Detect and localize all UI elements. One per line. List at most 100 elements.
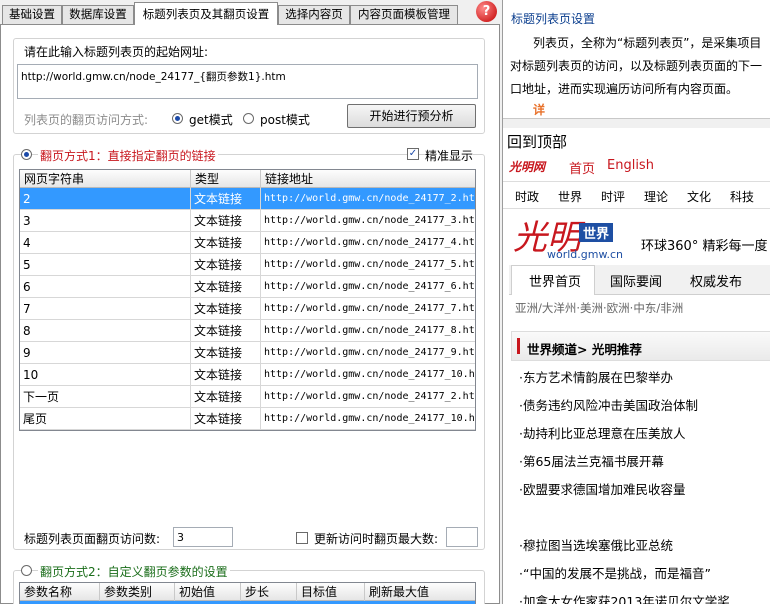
brand-world-badge: 世界 (579, 223, 614, 242)
headline-link[interactable]: ·劫持利比亚总理意在压美放人 (519, 423, 685, 442)
table-row[interactable]: 4 文本链接 http://world.gmw.cn/node_24177_4.ht… (20, 232, 475, 254)
headline-link[interactable]: ·欧盟要求德国增加难民收容量 (519, 479, 685, 498)
menu-world[interactable]: 世界 (558, 188, 582, 205)
cell-link-url: http://world.gmw.cn/node_24177_2.htm (261, 188, 475, 210)
table-header: 网页字符串 类型 链接地址 (20, 170, 475, 188)
tab-basic-settings[interactable]: 基础设置 (2, 5, 62, 24)
cell-link-url: http://world.gmw.cn/node_24177_3.htm (261, 210, 475, 232)
method2-radio[interactable] (21, 565, 32, 576)
brand-domain: world.gmw.cn (547, 248, 623, 261)
browser-preview: 标题列表页设置 列表页，全称为“标题列表页”，是采集项目 对标题列表页的访问，以… (502, 0, 770, 604)
precise-display-checkbox[interactable]: ✓ (407, 148, 419, 160)
cell-type: 文本链接 (191, 320, 261, 342)
column-header-param-type[interactable]: 参数类别 (100, 583, 175, 601)
params-table-header: 参数名称 参数类别 初始值 步长 目标值 刷新最大值 (20, 583, 475, 601)
cell-link-url: http://world.gmw.cn/node_24177_5.htm (261, 254, 475, 276)
column-header-page-text[interactable]: 网页字符串 (20, 170, 191, 188)
cell-page-text: 7 (20, 298, 191, 320)
sub-tab-authoritative[interactable]: 权威发布 (690, 271, 742, 290)
table-row[interactable]: 7 文本链接 http://world.gmw.cn/node_24177_7.ht… (20, 298, 475, 320)
cell-link-url: http://world.gmw.cn/node_24177_6.htm (261, 276, 475, 298)
cell-page-text: 5 (20, 254, 191, 276)
start-url-input[interactable]: http://world.gmw.cn/node_24177_{翻页参数1}.h… (17, 64, 478, 99)
update-max-input[interactable] (446, 527, 478, 547)
menu-commentary[interactable]: 时评 (601, 188, 625, 205)
table-row[interactable]: 6 文本链接 http://world.gmw.cn/node_24177_6.ht… (20, 276, 475, 298)
cell-page-text: 9 (20, 342, 191, 364)
nav-home-link[interactable]: 首页 (569, 158, 595, 177)
menu-theory[interactable]: 理论 (644, 188, 668, 205)
cell-type: 文本链接 (191, 232, 261, 254)
back-to-top-link[interactable]: 回到顶部 (507, 131, 567, 152)
cell-link-url: http://world.gmw.cn/node_24177_2.htm (261, 386, 475, 408)
cell-page-text: 6 (20, 276, 191, 298)
region-links[interactable]: 亚洲/大洋州·美洲·欧洲·中东/非洲 (515, 300, 683, 316)
preanalyze-button[interactable]: 开始进行预分析 (347, 104, 476, 128)
cell-link-url: http://world.gmw.cn/node_24177_8.htm (261, 320, 475, 342)
cell-type: 文本链接 (191, 342, 261, 364)
tab-select-content-page[interactable]: 选择内容页 (278, 5, 350, 24)
visit-count-label: 标题列表页面翻页访问数: (24, 532, 161, 546)
help-title: 标题列表页设置 (511, 12, 596, 26)
tab-content-template[interactable]: 内容页面模板管理 (350, 5, 458, 24)
table-row[interactable]: 下一页 文本链接 http://world.gmw.cn/node_24177_2.… (20, 386, 475, 408)
column-header-link-url[interactable]: 链接地址 (261, 170, 475, 188)
nav-english-link[interactable]: English (607, 158, 654, 173)
tab-title-list-settings[interactable]: 标题列表页及其翻页设置 (134, 2, 278, 25)
method2-label: 翻页方式2：自定义翻页参数的设置 (38, 563, 230, 580)
help-icon[interactable]: ? (476, 1, 497, 22)
headline-link[interactable]: ·第65届法兰克福书展开幕 (519, 451, 664, 470)
table-row[interactable]: 10 文本链接 http://world.gmw.cn/node_24177_10.… (20, 364, 475, 386)
cell-link-url: http://world.gmw.cn/node_24177_10.htm (261, 408, 475, 430)
method1-radio[interactable] (21, 149, 32, 160)
column-header-param-name[interactable]: 参数名称 (20, 583, 100, 601)
headline-link[interactable]: ·加拿大女作家获2013年诺贝尔文学奖 (519, 591, 730, 604)
column-header-target-value[interactable]: 目标值 (297, 583, 365, 601)
post-mode-radio[interactable] (243, 113, 254, 124)
cell-type: 文本链接 (191, 408, 261, 430)
table-row[interactable]: 8 文本链接 http://world.gmw.cn/node_24177_8.ht… (20, 320, 475, 342)
help-text-line1: 列表页，全称为“标题列表页”，是采集项目 (533, 36, 762, 50)
column-header-step[interactable]: 步长 (241, 583, 297, 601)
tab-database-settings[interactable]: 数据库设置 (62, 5, 134, 24)
precise-display-label: 精准显示 (425, 147, 474, 164)
headline-link[interactable]: ·穆拉图当选埃塞俄比亚总统 (519, 535, 673, 554)
cell-page-text: 2 (20, 188, 191, 210)
method1-label: 翻页方式1：直接指定翻页的链接 (38, 147, 218, 164)
table-row[interactable]: 2 文本链接 http://world.gmw.cn/node_24177_2.ht… (20, 188, 475, 210)
menu-tech[interactable]: 科技 (730, 188, 754, 205)
column-header-type[interactable]: 类型 (191, 170, 261, 188)
menu-culture[interactable]: 文化 (687, 188, 711, 205)
headline-link[interactable]: ·债务违约风险冲击美国政治体制 (519, 395, 698, 414)
table-row[interactable]: 5 文本链接 http://world.gmw.cn/node_24177_5.ht… (20, 254, 475, 276)
cell-type: 文本链接 (191, 298, 261, 320)
help-more-link[interactable]: 详 (533, 101, 545, 118)
cell-page-text: 尾页 (20, 408, 191, 430)
sub-tab-world-home[interactable]: 世界首页 (529, 271, 581, 290)
cell-link-url: http://world.gmw.cn/node_24177_9.htm (261, 342, 475, 364)
table-row[interactable]: 3 文本链接 http://world.gmw.cn/node_24177_3.ht… (20, 210, 475, 232)
custom-params-table: 参数名称 参数类别 初始值 步长 目标值 刷新最大值 (19, 582, 476, 604)
headline-link[interactable]: ·“中国的发展不是挑战，而是福音” (519, 563, 711, 582)
get-mode-label: get模式 (189, 113, 233, 127)
help-text-line2: 对标题列表页的访问，以及标题列表页面的下一 (510, 59, 763, 73)
slogan: 环球360° 精彩每一度 (641, 239, 768, 254)
visit-count-input[interactable]: 3 (173, 527, 233, 547)
splitter[interactable] (503, 118, 770, 128)
site-logo[interactable]: 光明网 (509, 158, 545, 175)
headline-link[interactable]: ·东方艺术情韵展在巴黎举办 (519, 367, 673, 386)
table-row[interactable]: 尾页 文本链接 http://world.gmw.cn/node_24177_10.… (20, 408, 475, 430)
get-mode-radio[interactable] (172, 113, 183, 124)
update-max-checkbox[interactable] (296, 532, 308, 544)
column-header-refresh-max[interactable]: 刷新最大值 (365, 583, 475, 601)
cell-page-text: 下一页 (20, 386, 191, 408)
cell-page-text: 3 (20, 210, 191, 232)
cell-type: 文本链接 (191, 210, 261, 232)
cell-type: 文本链接 (191, 364, 261, 386)
menu-politics[interactable]: 时政 (515, 188, 539, 205)
sub-tab-intl-news[interactable]: 国际要闻 (610, 271, 662, 290)
update-max-label: 更新访问时翻页最大数: (314, 532, 439, 546)
column-header-initial-value[interactable]: 初始值 (175, 583, 241, 601)
section-title: 世界频道> 光明推荐 (527, 342, 642, 357)
table-row[interactable]: 9 文本链接 http://world.gmw.cn/node_24177_9.ht… (20, 342, 475, 364)
